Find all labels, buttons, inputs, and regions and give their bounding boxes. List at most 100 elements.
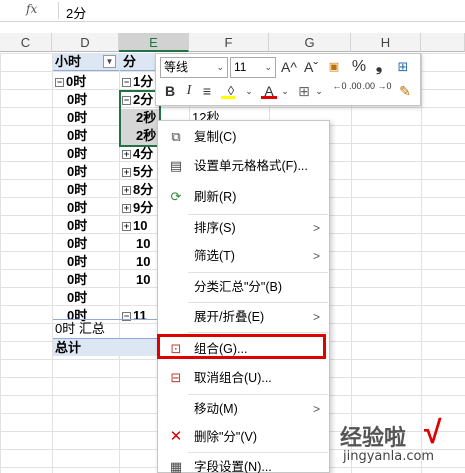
column-header-f[interactable]: F bbox=[189, 33, 269, 52]
fx-icon[interactable]: fx bbox=[26, 2, 37, 16]
column-header-g[interactable]: G bbox=[269, 33, 351, 52]
chevron-down-icon[interactable]: ⌄ bbox=[264, 58, 272, 77]
menu-item-move[interactable]: 移动(M) > bbox=[158, 398, 329, 420]
chevron-right-icon: > bbox=[312, 402, 320, 416]
chevron-right-icon: > bbox=[312, 310, 320, 324]
pivot-minute-cell[interactable]: +4分 bbox=[122, 145, 157, 163]
pivot-hour-cell[interactable]: 0时 bbox=[67, 271, 117, 289]
pivot-hour-cell[interactable]: 0时 bbox=[67, 145, 117, 163]
pivot-minute-cell[interactable]: 10 bbox=[136, 271, 157, 289]
pivot-minute-cell[interactable]: +5分 bbox=[122, 163, 157, 181]
menu-item-delete[interactable]: ✕ 删除"分"(V) bbox=[158, 426, 329, 448]
pivot-hour-cell[interactable]: 0时 bbox=[67, 109, 117, 127]
pivot-hour-cell[interactable]: 0时 bbox=[67, 127, 117, 145]
menu-item-sort[interactable]: 排序(S) > bbox=[158, 217, 329, 239]
pivot-hour-cell[interactable]: 0时 bbox=[67, 289, 117, 307]
font-name-box[interactable]: 等线 ⌄ bbox=[160, 57, 228, 78]
chevron-down-icon[interactable]: ⌄ bbox=[314, 81, 324, 101]
borders-icon[interactable]: ⊞ bbox=[294, 81, 314, 101]
chevron-right-icon: > bbox=[312, 249, 320, 263]
pivot-hour-cell[interactable]: 0时 bbox=[67, 91, 117, 109]
pivot-minute-cell[interactable]: 10 bbox=[136, 235, 157, 253]
pivot-hour-cell[interactable]: 0时 bbox=[67, 163, 117, 181]
menu-item-refresh[interactable]: ⟳ 刷新(R) bbox=[158, 186, 329, 208]
pivot-minute-cell[interactable]: +10 bbox=[122, 217, 157, 235]
pivot-hour-cell[interactable]: 0时 bbox=[67, 253, 117, 271]
pivot-minute-cell[interactable]: 10 bbox=[136, 253, 157, 271]
pivot-minute-label: 10 bbox=[133, 218, 148, 233]
collapse-icon[interactable]: − bbox=[55, 78, 64, 87]
fill-color-icon[interactable]: ◊ bbox=[218, 81, 244, 101]
menu-item-ungroup[interactable]: ⊟ 取消组合(U)... bbox=[158, 367, 329, 389]
pivot-hour-cell[interactable]: 0时 bbox=[67, 199, 117, 217]
menu-item-expand-collapse[interactable]: 展开/折叠(E) > bbox=[158, 306, 329, 328]
menu-separator bbox=[188, 394, 328, 395]
percent-button[interactable]: % bbox=[349, 57, 369, 77]
gridline bbox=[52, 53, 53, 473]
menu-item-label: 排序(S) bbox=[194, 221, 236, 235]
column-header-h[interactable]: H bbox=[351, 33, 421, 52]
menu-item-subtotal[interactable]: 分类汇总"分"(B) bbox=[158, 276, 329, 298]
menu-item-label: 字段设置(N)... bbox=[194, 460, 272, 473]
font-color-button[interactable]: A bbox=[258, 81, 280, 101]
decrease-decimal-button[interactable]: .00 →0 bbox=[362, 81, 392, 101]
formula-bar-value[interactable]: 2分 bbox=[66, 3, 86, 22]
menu-item-label: 取消组合(U)... bbox=[194, 371, 272, 385]
column-header-next[interactable] bbox=[421, 33, 465, 52]
pivot-minute-cell[interactable]: −1分 bbox=[122, 73, 157, 91]
menu-item-filter[interactable]: 筛选(T) > bbox=[158, 245, 329, 267]
increase-decimal-button[interactable]: ←0 .00 bbox=[332, 81, 362, 101]
menu-item-label: 分类汇总"分"(B) bbox=[194, 280, 283, 294]
pivot-minute-label: 9分 bbox=[133, 200, 154, 215]
collapse-icon[interactable]: + bbox=[122, 186, 131, 195]
pivot-grand-total[interactable]: 总计 bbox=[53, 338, 157, 356]
collapse-icon[interactable]: + bbox=[122, 204, 131, 213]
chevron-down-icon[interactable]: ⌄ bbox=[280, 81, 290, 101]
font-size-box[interactable]: 11 ⌄ bbox=[230, 57, 276, 78]
menu-separator bbox=[188, 302, 328, 303]
watermark-check-icon: √ bbox=[424, 414, 442, 450]
bold-button[interactable]: B bbox=[161, 81, 179, 101]
comma-style-button[interactable]: ❟ bbox=[371, 57, 387, 77]
pivot-subtotal[interactable]: 0时 汇总 bbox=[53, 319, 157, 337]
pivot-minute-cell[interactable]: +8分 bbox=[122, 181, 157, 199]
menu-separator bbox=[188, 214, 328, 215]
grow-font-button[interactable]: A^ bbox=[279, 57, 299, 77]
pivot-hour-cell[interactable]: 0时 bbox=[67, 181, 117, 199]
filter-dropdown-icon[interactable]: ▼ bbox=[103, 55, 116, 68]
number-format-icon[interactable]: ▣ bbox=[323, 57, 345, 77]
watermark-url: jingyanla.com bbox=[343, 449, 435, 464]
column-header-d[interactable]: D bbox=[52, 33, 119, 52]
format-painter-icon[interactable]: ✎ bbox=[394, 81, 416, 101]
pivot-hour-cell[interactable]: 0时 bbox=[67, 235, 117, 253]
menu-item-label: 复制(C) bbox=[194, 130, 237, 144]
pivot-hour-group[interactable]: −0时 bbox=[55, 73, 119, 91]
menu-item-format-cells[interactable]: ▤ 设置单元格格式(F)... bbox=[158, 155, 329, 177]
watermark-title: 经验啦 bbox=[340, 426, 407, 451]
menu-item-label: 设置单元格格式(F)... bbox=[194, 159, 308, 173]
pivot-minute-cell[interactable]: +9分 bbox=[122, 199, 157, 217]
chevron-down-icon[interactable]: ⌄ bbox=[244, 81, 254, 101]
menu-item-field-settings[interactable]: ▦ 字段设置(N)... bbox=[158, 456, 329, 473]
collapse-icon[interactable]: + bbox=[122, 150, 131, 159]
shrink-font-button[interactable]: Aˇ bbox=[301, 57, 321, 77]
formula-bar-separator bbox=[58, 2, 59, 19]
align-center-icon[interactable]: ≡ bbox=[200, 81, 214, 101]
column-header-e[interactable]: E bbox=[119, 33, 189, 52]
pivot-hour-cell[interactable]: 0时 bbox=[67, 217, 117, 235]
pivot-minute-label: 8分 bbox=[133, 182, 154, 197]
collapse-icon[interactable]: + bbox=[122, 168, 131, 177]
collapse-icon[interactable]: − bbox=[122, 78, 131, 87]
italic-button[interactable]: I bbox=[181, 81, 197, 101]
copy-icon: ⧉ bbox=[171, 129, 181, 144]
merge-center-icon[interactable]: ⊞ bbox=[392, 57, 414, 77]
menu-item-copy[interactable]: ⧉ 复制(C) bbox=[158, 126, 329, 148]
formula-bar[interactable]: fx 2分 bbox=[0, 0, 465, 22]
menu-item-label: 筛选(T) bbox=[194, 249, 235, 263]
mini-toolbar: 等线 ⌄ 11 ⌄ A^ Aˇ ▣ % ❟ ⊞ B I ≡ ◊ ⌄ A ⌄ ⊞ ⌄ … bbox=[155, 53, 421, 106]
column-header-c[interactable]: C bbox=[0, 33, 52, 52]
menu-separator bbox=[188, 452, 328, 453]
collapse-icon[interactable]: + bbox=[122, 222, 131, 231]
chevron-down-icon[interactable]: ⌄ bbox=[216, 58, 224, 77]
toolbar-gap bbox=[0, 22, 465, 33]
